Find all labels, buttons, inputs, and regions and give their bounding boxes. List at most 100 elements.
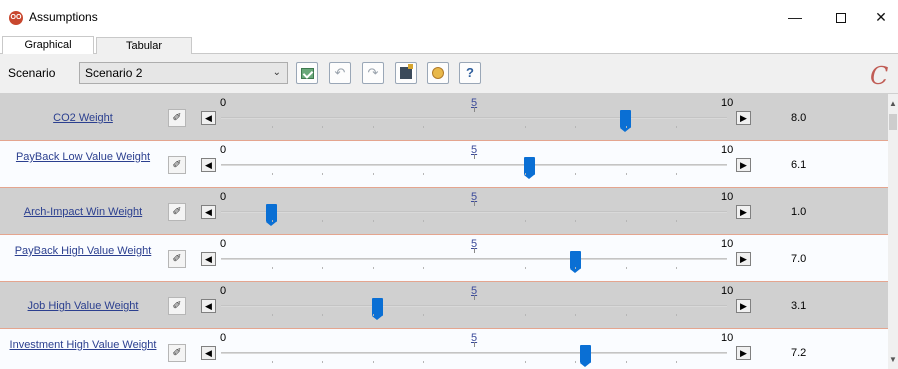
scale-max-label: 10 — [721, 191, 734, 203]
chevron-down-icon: ⌄ — [272, 67, 281, 78]
minor-tick — [625, 361, 627, 363]
minimize-button[interactable]: — — [772, 0, 818, 34]
scenario-dropdown[interactable]: Scenario 2 ⌄ — [79, 62, 288, 84]
help-icon: ? — [466, 65, 474, 80]
scale-min-label: 0 — [220, 332, 227, 344]
decrease-button[interactable]: ◀ — [201, 299, 216, 313]
leaf-icon[interactable]: ✐ — [168, 109, 186, 127]
decrease-button[interactable]: ◀ — [201, 252, 216, 266]
scroll-up-icon[interactable]: ▲ — [888, 100, 898, 108]
minor-tick — [423, 314, 425, 316]
tab-graphical[interactable]: Graphical — [2, 36, 94, 54]
minor-tick — [423, 361, 425, 363]
minor-tick — [676, 220, 678, 222]
minor-tick — [372, 173, 374, 175]
minor-tick — [625, 267, 627, 269]
minor-tick — [372, 361, 374, 363]
title-bar: OO Assumptions — ✕ — [0, 0, 898, 34]
minor-tick — [524, 267, 526, 269]
slider-thumb[interactable] — [579, 345, 591, 367]
tab-tabular[interactable]: Tabular — [96, 37, 192, 54]
close-button[interactable]: ✕ — [864, 0, 898, 34]
weight-row: Investment High Value Weight ✐ ◀ 0 5 10 … — [0, 329, 888, 369]
minor-tick — [322, 267, 324, 269]
decrease-button[interactable]: ◀ — [201, 205, 216, 219]
increase-button[interactable]: ▶ — [736, 111, 751, 125]
weight-value: 7.0 — [791, 253, 807, 265]
apply-button[interactable] — [296, 62, 318, 84]
minor-tick — [322, 361, 324, 363]
minor-tick — [423, 173, 425, 175]
weight-label[interactable]: Arch-Impact Win Weight — [4, 206, 162, 218]
idea-button[interactable] — [427, 62, 449, 84]
decrease-button[interactable]: ◀ — [201, 111, 216, 125]
minor-tick — [271, 314, 273, 316]
slider-track[interactable] — [221, 211, 727, 213]
leaf-icon[interactable]: ✐ — [168, 297, 186, 315]
leaf-icon[interactable]: ✐ — [168, 203, 186, 221]
grid-button[interactable] — [395, 62, 417, 84]
leaf-icon[interactable]: ✐ — [168, 250, 186, 268]
scale-max-label: 10 — [721, 332, 734, 344]
minor-tick — [575, 173, 577, 175]
decrease-button[interactable]: ◀ — [201, 158, 216, 172]
slider-thumb[interactable] — [524, 157, 536, 179]
increase-button[interactable]: ▶ — [736, 205, 751, 219]
mid-tick — [474, 154, 475, 159]
minor-tick — [322, 173, 324, 175]
scenario-label: Scenario — [8, 66, 56, 80]
minor-tick — [423, 220, 425, 222]
weight-label[interactable]: PayBack Low Value Weight — [4, 151, 162, 163]
slider-track[interactable] — [221, 164, 727, 166]
slider-track[interactable] — [221, 258, 727, 260]
minor-tick — [625, 173, 627, 175]
mid-tick — [474, 107, 475, 112]
scroll-thumb[interactable] — [889, 114, 897, 130]
increase-button[interactable]: ▶ — [736, 299, 751, 313]
maximize-button[interactable] — [818, 0, 864, 34]
vertical-scrollbar[interactable]: ▲ ▼ — [888, 94, 898, 369]
scenario-value: Scenario 2 — [85, 66, 143, 80]
weight-row: Arch-Impact Win Weight ✐ ◀ 0 5 10 ▶ 1.0 — [0, 188, 888, 235]
scroll-down-icon[interactable]: ▼ — [888, 356, 898, 364]
weight-value: 8.0 — [791, 112, 807, 124]
minor-tick — [575, 126, 577, 128]
minor-tick — [322, 220, 324, 222]
weight-value: 6.1 — [791, 159, 807, 171]
scale-min-label: 0 — [220, 238, 227, 250]
brand-logo-icon: C — [870, 62, 889, 90]
increase-button[interactable]: ▶ — [736, 158, 751, 172]
undo-button[interactable]: ↶ — [329, 62, 351, 84]
increase-button[interactable]: ▶ — [736, 252, 751, 266]
weight-label[interactable]: Job High Value Weight — [4, 300, 162, 312]
scale-max-label: 10 — [721, 144, 734, 156]
minor-tick — [575, 361, 577, 363]
slider-track[interactable] — [221, 305, 727, 307]
slider-thumb[interactable] — [372, 298, 384, 320]
minor-tick — [271, 173, 273, 175]
assumptions-window: OO Assumptions — ✕ Graphical Tabular Sce… — [0, 0, 898, 369]
mid-tick — [474, 342, 475, 347]
slider-track[interactable] — [221, 117, 727, 119]
minor-tick — [372, 220, 374, 222]
leaf-icon[interactable]: ✐ — [168, 156, 186, 174]
weight-label[interactable]: CO2 Weight — [4, 112, 162, 124]
leaf-icon[interactable]: ✐ — [168, 344, 186, 362]
scale-max-label: 10 — [721, 238, 734, 250]
weight-label[interactable]: Investment High Value Weight — [4, 339, 162, 351]
minor-tick — [322, 314, 324, 316]
scale-min-label: 0 — [220, 97, 227, 109]
weight-row: CO2 Weight ✐ ◀ 0 5 10 ▶ 8.0 — [0, 94, 888, 141]
slider-track[interactable] — [221, 352, 727, 354]
increase-button[interactable]: ▶ — [736, 346, 751, 360]
weights-list: CO2 Weight ✐ ◀ 0 5 10 ▶ 8.0 PayBack Low … — [0, 94, 888, 369]
scale-min-label: 0 — [220, 144, 227, 156]
redo-button[interactable]: ↷ — [362, 62, 384, 84]
weight-label[interactable]: PayBack High Value Weight — [4, 245, 162, 257]
minor-tick — [372, 314, 374, 316]
app-logo-icon: OO — [9, 11, 23, 25]
minor-tick — [372, 126, 374, 128]
decrease-button[interactable]: ◀ — [201, 346, 216, 360]
help-button[interactable]: ? — [459, 62, 481, 84]
apply-icon — [300, 68, 314, 79]
